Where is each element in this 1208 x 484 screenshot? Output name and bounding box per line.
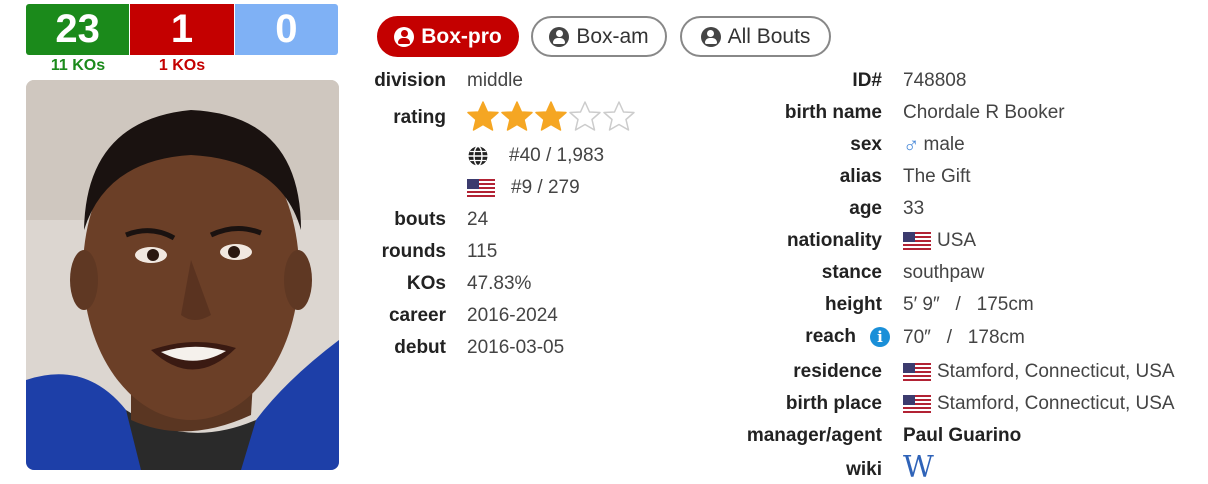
id-label: ID# bbox=[852, 70, 882, 91]
user-icon bbox=[549, 26, 570, 47]
division-text: middle bbox=[467, 70, 523, 91]
manager-label: manager/agent bbox=[746, 425, 882, 446]
star-empty-icon bbox=[603, 101, 635, 131]
tab-box-pro[interactable]: Box-pro bbox=[377, 16, 519, 57]
nationality-text: USA bbox=[937, 230, 977, 251]
country-rank-text: #9 / 279 bbox=[511, 177, 580, 198]
division-label: division bbox=[374, 70, 446, 91]
boxer-photo bbox=[26, 80, 339, 470]
usa-flag-icon bbox=[467, 179, 495, 197]
residence-label: residence bbox=[793, 361, 882, 382]
rounds-value: 115 bbox=[467, 241, 498, 262]
world-rank[interactable]: #40 / 1,983 bbox=[467, 145, 604, 167]
win-kos: 11 KOs bbox=[50, 57, 106, 74]
bouts-value: 24 bbox=[467, 209, 489, 230]
manager-value[interactable]: Paul Guarino bbox=[903, 425, 1021, 447]
residence-text: Stamford, Connecticut, USA bbox=[937, 361, 1175, 382]
rounds-label: rounds bbox=[381, 241, 446, 262]
stance-label: stance bbox=[821, 262, 882, 283]
tab-box-am[interactable]: Box-am bbox=[531, 16, 667, 57]
kos-label: KOs bbox=[406, 273, 446, 294]
tab-label: Box-am bbox=[576, 24, 649, 48]
birthplace-value[interactable]: Stamford, Connecticut, USA bbox=[903, 393, 1175, 415]
tab-label: All Bouts bbox=[727, 24, 811, 48]
star-filled-icon bbox=[535, 101, 567, 131]
male-icon: ♂ bbox=[903, 132, 920, 157]
debut-value[interactable]: 2016-03-05 bbox=[467, 337, 564, 359]
residence-value[interactable]: Stamford, Connecticut, USA bbox=[903, 361, 1175, 383]
reach-label-text: reach bbox=[805, 326, 856, 347]
reach-label: reach i bbox=[805, 326, 890, 348]
losses-count: 1 bbox=[129, 4, 235, 55]
world-rank-text: #40 / 1,983 bbox=[509, 145, 605, 166]
tab-label: Box-pro bbox=[421, 24, 502, 48]
usa-flag-icon bbox=[903, 363, 931, 381]
birthname-label: birth name bbox=[784, 102, 882, 123]
stance-value: southpaw bbox=[903, 262, 985, 283]
record-box: 23 1 0 bbox=[26, 4, 338, 55]
nationality-label: nationality bbox=[786, 230, 882, 251]
alias-label: alias bbox=[839, 166, 882, 187]
birthplace-label: birth place bbox=[785, 393, 882, 414]
user-icon bbox=[394, 26, 415, 47]
wiki-label: wiki bbox=[846, 459, 882, 480]
wiki-link[interactable]: W bbox=[903, 450, 934, 484]
alias-value: The Gift bbox=[903, 166, 971, 187]
wins-count: 23 bbox=[26, 4, 130, 55]
reach-value: 70″ / 178cm bbox=[903, 327, 1025, 348]
age-value: 33 bbox=[903, 198, 925, 219]
usa-flag-icon bbox=[903, 395, 931, 413]
rating-label: rating bbox=[393, 107, 446, 128]
user-icon bbox=[700, 26, 721, 47]
division-value[interactable]: middle bbox=[467, 70, 523, 92]
sex-value: ♂ male bbox=[903, 134, 965, 156]
tab-all-bouts[interactable]: All Bouts bbox=[680, 16, 831, 57]
star-filled-icon bbox=[467, 101, 499, 131]
loss-kos: 1 KOs bbox=[158, 57, 206, 74]
kos-value: 47.83% bbox=[467, 273, 532, 294]
star-empty-icon bbox=[569, 101, 601, 131]
star-filled-icon bbox=[501, 101, 533, 131]
age-label: age bbox=[849, 198, 882, 219]
bouts-label: bouts bbox=[394, 209, 446, 230]
career-value: 2016-2024 bbox=[467, 305, 558, 326]
birthplace-text: Stamford, Connecticut, USA bbox=[937, 393, 1175, 414]
wikipedia-icon: W bbox=[903, 450, 934, 484]
draws-count: 0 bbox=[234, 4, 338, 55]
sex-label: sex bbox=[850, 134, 882, 155]
nationality-value[interactable]: USA bbox=[903, 230, 976, 252]
height-value: 5′ 9″ / 175cm bbox=[903, 294, 1034, 315]
id-value: 748808 bbox=[903, 70, 967, 91]
sex-text: male bbox=[923, 134, 965, 155]
globe-icon bbox=[468, 145, 488, 167]
usa-flag-icon bbox=[903, 232, 931, 250]
height-label: height bbox=[825, 294, 882, 315]
birthname-value: Chordale R Booker bbox=[903, 102, 1065, 123]
info-icon[interactable]: i bbox=[870, 327, 890, 347]
career-label: career bbox=[388, 305, 446, 326]
debut-label: debut bbox=[394, 337, 446, 358]
country-rank[interactable]: #9 / 279 bbox=[467, 177, 580, 199]
rating-stars bbox=[466, 100, 636, 134]
